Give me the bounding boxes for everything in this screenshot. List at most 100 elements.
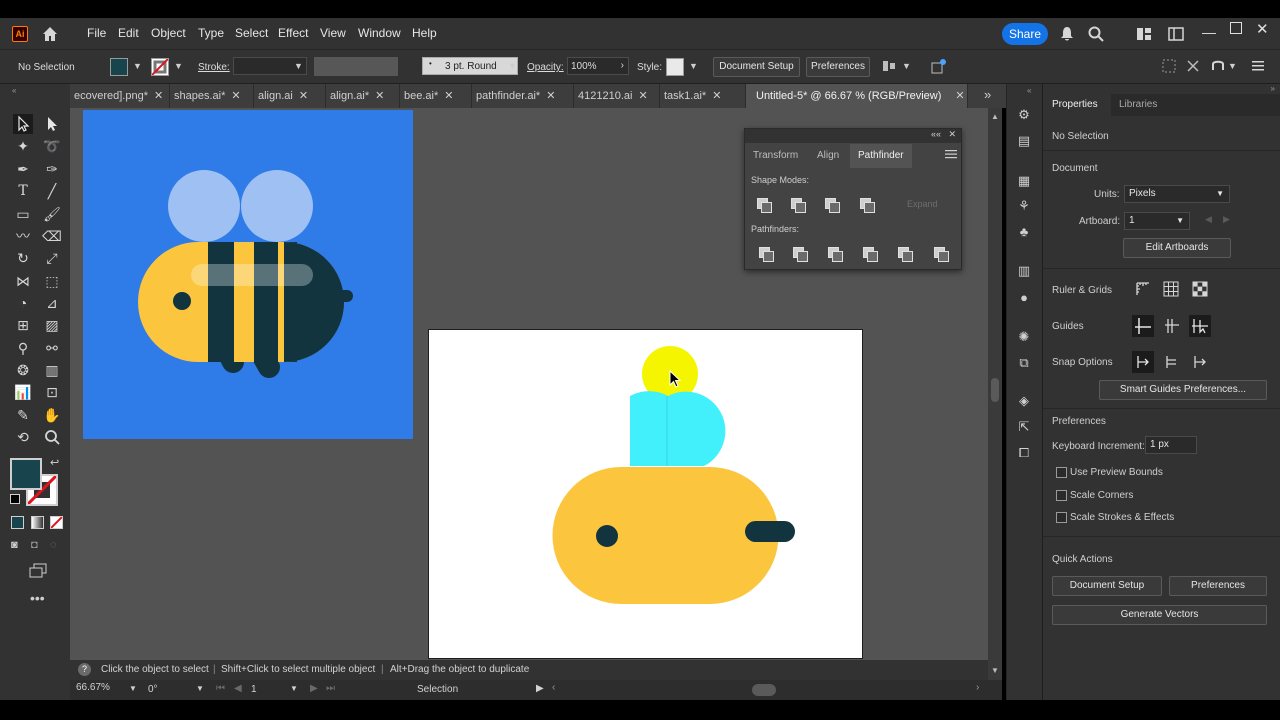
artboard-field[interactable]: 1 <box>251 684 257 695</box>
next-artboard-icon[interactable]: ▶ <box>310 683 318 694</box>
magic-wand-tool-icon[interactable]: ✦ <box>13 136 33 156</box>
intersect-icon[interactable] <box>825 198 840 213</box>
close-icon[interactable]: ✕ <box>231 90 240 102</box>
close-icon[interactable]: ✕ <box>712 90 721 102</box>
rotate-view-tool-icon[interactable]: ⟲ <box>13 427 33 447</box>
tab-libraries[interactable]: Libraries <box>1113 94 1157 116</box>
generate-vectors-button[interactable]: Generate Vectors <box>1052 605 1267 625</box>
previous-artboard-icon[interactable]: ◀ <box>1205 214 1212 225</box>
artboard[interactable] <box>428 329 863 659</box>
eraser-tool-icon[interactable]: ⌫ <box>42 226 62 246</box>
chevron-down-icon[interactable]: ▼ <box>689 61 698 71</box>
rotation-field[interactable]: 0° <box>148 684 158 695</box>
merge-icon[interactable] <box>828 247 843 262</box>
color-mode-icon[interactable] <box>11 516 24 529</box>
tab-recovered-png[interactable]: ecovered].png* ✕ <box>70 84 170 108</box>
gradient-mode-icon[interactable] <box>31 516 44 529</box>
outline-icon[interactable] <box>898 247 913 262</box>
edit-artboards-button[interactable]: Edit Artboards <box>1123 238 1231 258</box>
ruler-icon[interactable] <box>1135 281 1151 297</box>
pen-tool-icon[interactable]: ✒ <box>13 159 33 179</box>
document-setup-button[interactable]: Document Setup <box>713 57 800 77</box>
snap-to-glyph-icon[interactable] <box>1191 353 1209 371</box>
chevron-right-icon[interactable]: › <box>621 60 624 71</box>
zoom-tool-icon[interactable] <box>42 427 62 447</box>
show-guides-icon[interactable] <box>1132 315 1154 337</box>
zoom-field[interactable]: 66.67% <box>76 682 132 698</box>
close-icon[interactable]: ✕ <box>1256 20 1270 38</box>
swap-colors-icon[interactable]: ↩ <box>50 456 59 469</box>
symbol-sprayer-tool-icon[interactable]: ❂ <box>13 360 33 380</box>
transparency-grid-icon[interactable] <box>1192 281 1208 297</box>
chevron-down-icon[interactable]: ▼ <box>294 61 303 71</box>
vertical-scrollbar[interactable]: ▲ ▼ <box>988 108 1002 680</box>
scale-strokes-effects-checkbox[interactable] <box>1056 512 1067 523</box>
curvature-tool-icon[interactable]: ✑ <box>42 159 62 179</box>
first-artboard-icon[interactable]: ⏮ <box>216 683 225 694</box>
unite-icon[interactable] <box>757 198 772 213</box>
close-icon[interactable]: ✕ <box>955 90 964 102</box>
minus-back-icon[interactable] <box>934 247 949 262</box>
line-tool-icon[interactable]: ╱ <box>42 181 62 201</box>
perspective-grid-tool-icon[interactable]: ⊿ <box>42 293 62 313</box>
close-icon[interactable]: ✕ <box>546 90 555 102</box>
tab-align[interactable]: Align <box>809 144 847 168</box>
graphic-styles-icon[interactable]: ✺ <box>1015 328 1033 346</box>
scroll-thumb[interactable] <box>991 378 999 402</box>
tab-transform[interactable]: Transform <box>745 144 806 168</box>
smart-guides-icon[interactable] <box>1189 315 1211 337</box>
scroll-left-icon[interactable]: ‹ <box>552 682 555 693</box>
collapse-icon[interactable]: » <box>1271 84 1275 93</box>
brush-definition[interactable]: • 3 pt. Round <box>422 57 518 75</box>
trim-icon[interactable] <box>793 247 808 262</box>
menu-object[interactable]: Object <box>151 26 186 40</box>
variable-width-profile[interactable] <box>314 57 398 76</box>
transparency-icon[interactable]: ● <box>1015 289 1033 307</box>
blend-tool-icon[interactable]: ⚯ <box>42 338 62 358</box>
snap-to-point-icon[interactable] <box>1132 351 1154 373</box>
opacity-label[interactable]: Opacity: <box>527 62 564 73</box>
column-graph-tool-icon[interactable]: ▥ <box>42 360 62 380</box>
close-icon[interactable]: ✕ <box>948 129 956 140</box>
exclude-icon[interactable] <box>860 198 875 213</box>
preferences-button[interactable]: Preferences <box>806 57 870 77</box>
hand-tool-icon[interactable]: ✋ <box>42 405 62 425</box>
quick-preferences-button[interactable]: Preferences <box>1169 576 1267 596</box>
shaper-tool-icon[interactable]: 〰 <box>13 226 33 246</box>
chevron-down-icon[interactable]: ▼ <box>1216 186 1224 202</box>
tab-align-modified[interactable]: align.ai* ✕ <box>326 84 400 108</box>
eyedropper-tool-icon[interactable]: ⚲ <box>13 338 33 358</box>
chevron-down-icon[interactable]: ▼ <box>902 61 911 71</box>
recolor-icon[interactable] <box>930 57 948 75</box>
chevron-down-icon[interactable]: ▼ <box>129 684 137 693</box>
chevron-down-icon[interactable]: ▼ <box>508 61 517 71</box>
previous-artboard-icon[interactable]: ◀ <box>234 683 242 694</box>
lock-guides-icon[interactable] <box>1163 317 1181 335</box>
menu-edit[interactable]: Edit <box>118 26 139 40</box>
tab-4121210[interactable]: 4121210.ai ✕ <box>574 84 660 108</box>
rectangle-tool-icon[interactable]: ▭ <box>13 204 33 224</box>
arrange-documents-icon[interactable] <box>1136 27 1152 41</box>
workspace-icon[interactable] <box>1168 27 1184 41</box>
help-icon[interactable]: ? <box>78 663 91 676</box>
edit-toolbar-icon[interactable]: ••• <box>30 590 45 606</box>
minus-front-icon[interactable] <box>791 198 806 213</box>
default-colors-icon[interactable] <box>10 494 20 504</box>
direct-selection-tool-icon[interactable] <box>42 114 62 134</box>
scale-tool-icon[interactable]: ⤢ <box>42 248 62 268</box>
width-tool-icon[interactable]: ⋈ <box>13 271 33 291</box>
last-artboard-icon[interactable]: ⏭ <box>326 683 335 694</box>
chevron-down-icon[interactable]: ▼ <box>196 684 204 693</box>
chevron-down-icon[interactable]: ▼ <box>290 684 298 693</box>
divide-icon[interactable] <box>759 247 774 262</box>
tab-properties[interactable]: Properties <box>1043 94 1111 116</box>
keyboard-increment-field[interactable]: 1 px <box>1145 436 1197 454</box>
draw-inside-icon[interactable]: ◌ <box>50 539 64 551</box>
minimize-icon[interactable]: — <box>1202 24 1216 40</box>
close-icon[interactable]: ✕ <box>154 90 163 102</box>
menu-window[interactable]: Window <box>358 26 401 40</box>
units-select[interactable]: Pixels ▼ <box>1124 185 1230 203</box>
snap-to-pixel-icon[interactable] <box>1163 353 1181 371</box>
gradient-tool-icon[interactable]: ▨ <box>42 315 62 335</box>
selection-tool-icon[interactable] <box>13 114 33 134</box>
